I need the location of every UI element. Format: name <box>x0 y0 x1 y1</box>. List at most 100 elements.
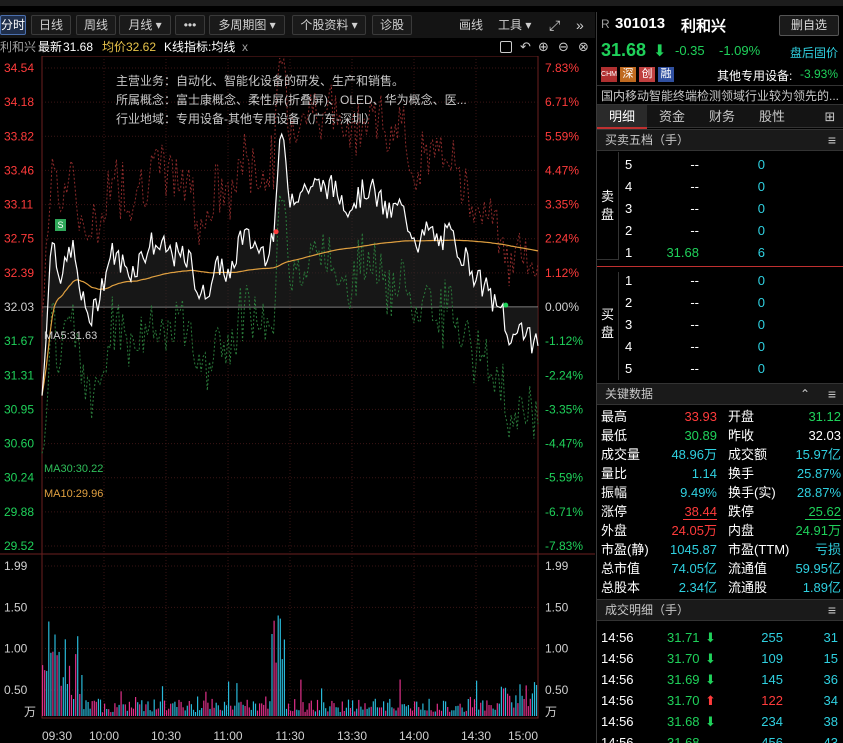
volume-tick-label: 1.99 <box>545 559 569 573</box>
level-number: 4 <box>625 179 633 194</box>
volume-bar <box>230 705 232 716</box>
intraday-chart[interactable]: 34.54 7.83% 34.18 6.71% 33.82 5.59% 33.46 4.47%… <box>0 56 595 743</box>
volume-bar <box>502 688 505 716</box>
tab-stock-nature[interactable]: 股性 <box>747 105 797 129</box>
volume-bar <box>509 695 511 716</box>
volume-bar <box>126 710 128 716</box>
stock-profile-dropdown[interactable]: 个股资料 ▾ <box>292 15 366 35</box>
tab-finance[interactable]: 财务 <box>697 105 747 129</box>
volume-bar <box>135 697 137 716</box>
sell-level-row[interactable]: 5 -- 0 <box>619 154 843 176</box>
menu-icon[interactable]: ≡ <box>828 384 836 404</box>
undo-icon[interactable]: ↶ <box>520 38 531 56</box>
menu-icon[interactable]: ≡ <box>828 130 836 150</box>
buy-level-row[interactable]: 2 -- 0 <box>619 292 843 314</box>
draw-line-button[interactable]: 画线 <box>459 15 483 35</box>
zoom-out-icon[interactable]: ⊖ <box>558 38 569 56</box>
remove-watchlist-button[interactable]: 删自选 <box>779 15 839 36</box>
volume-bar <box>339 712 341 716</box>
volume-bar <box>91 701 93 716</box>
panel-settings-icon[interactable] <box>500 41 512 53</box>
multi-period-dropdown[interactable]: 多周期图 ▾ <box>209 15 285 35</box>
indicator-label[interactable]: K线指标:均线 <box>164 38 235 56</box>
zoom-in-icon[interactable]: ⊕ <box>538 38 549 56</box>
tab-funds[interactable]: 资金 <box>647 105 697 129</box>
volume-bar <box>310 700 312 716</box>
volume-bar <box>70 694 73 716</box>
down-arrow-icon: ⬇ <box>653 43 667 60</box>
industry-line: 行业地域：专用设备-其他专用设备（广东-深圳） <box>116 112 376 126</box>
shenzhen-tag: 深 <box>620 67 636 82</box>
price-tick-label: 30.95 <box>4 402 34 416</box>
keydata-value: 1045.87 <box>670 542 717 557</box>
tab-weekly[interactable]: 周线 <box>76 15 116 35</box>
volume-bar <box>130 707 133 716</box>
volume-bar <box>393 708 395 716</box>
volume-bar <box>192 709 195 716</box>
tools-dropdown[interactable]: 工具 ▾ <box>498 15 531 35</box>
buy-level-row[interactable]: 5 -- 0 <box>619 358 843 380</box>
sell-level-row[interactable]: 1 31.68 6 <box>619 242 843 264</box>
trade-row[interactable]: 14:56 31.69 ⬇ 145 36 <box>597 669 843 690</box>
trade-row[interactable]: 14:56 31.71 ⬇ 255 31 <box>597 627 843 648</box>
buy-level-row[interactable]: 1 -- 0 <box>619 270 843 292</box>
menu-icon[interactable]: ≡ <box>828 600 836 620</box>
volume-bar <box>401 704 403 716</box>
sector-pct: -3.93% <box>800 67 839 81</box>
time-tick-label: 14:30 <box>461 729 491 743</box>
pct-tick-label: 3.35% <box>545 198 579 212</box>
price-tick-label: 29.52 <box>4 539 34 553</box>
volume-bar <box>374 698 376 716</box>
collapse-panel-icon[interactable]: » <box>576 15 584 35</box>
tab-intraday[interactable]: 分时 <box>0 15 26 35</box>
volume-bar <box>77 636 79 716</box>
close-indicator-icon[interactable]: x <box>242 38 248 56</box>
buy-level-row[interactable]: 4 -- 0 <box>619 336 843 358</box>
tab-detail[interactable]: 明细 <box>597 105 647 129</box>
level-number: 3 <box>625 201 633 216</box>
volume-bar <box>219 709 221 716</box>
expand-icon[interactable]: ⤢ <box>549 15 560 35</box>
volume-bar <box>66 684 68 716</box>
trade-row[interactable]: 14:56 31.68 ⬇ 234 38 <box>597 711 843 732</box>
volume-bar <box>318 710 321 716</box>
sell-level-row[interactable]: 3 -- 0 <box>619 198 843 220</box>
volume-bar <box>469 696 471 716</box>
keydata-label: 振幅 <box>601 485 628 500</box>
limit-up-underline <box>683 519 717 520</box>
grid-layout-icon[interactable]: ⊞ <box>817 105 843 129</box>
volume-bar <box>403 704 405 716</box>
keydata-label: 外盘 <box>601 523 628 538</box>
detail-tabs: 明细 资金 财务 股性 ⊞ <box>597 104 843 129</box>
volume-bar <box>81 675 83 716</box>
stock-info-overlay: 主营业务：自动化、智能化设备的研发、生产和销售。 所属概念：富士康概念、柔性屏(… <box>116 72 496 129</box>
volume-bar <box>312 709 314 716</box>
volume-bar <box>420 709 422 716</box>
volume-bar <box>182 707 184 716</box>
buy-level-row[interactable]: 3 -- 0 <box>619 314 843 336</box>
keydata-value: 33.93 <box>684 409 717 424</box>
post-market-label[interactable]: 盘后固价 <box>790 44 838 61</box>
tab-daily[interactable]: 日线 <box>31 15 71 35</box>
volume-bar <box>527 706 529 716</box>
diagnose-button[interactable]: 诊股 <box>372 15 412 35</box>
level-number: 1 <box>625 245 633 260</box>
close-chart-icon[interactable]: ⊗ <box>578 38 589 56</box>
tab-monthly-dropdown[interactable]: 月线 ▾ <box>119 15 171 35</box>
keydata-value: 1.14 <box>691 466 717 481</box>
keydata-label: 昨收 <box>728 428 755 443</box>
trade-row[interactable]: 14:56 31.70 ⬇ 109 15 <box>597 648 843 669</box>
trade-time: 14:56 <box>601 735 634 743</box>
more-periods-button[interactable]: ••• <box>175 15 205 35</box>
collapse-up-icon[interactable]: ⌃ <box>800 384 810 404</box>
volume-bar <box>83 709 85 716</box>
news-ticker[interactable]: 国内移动智能终端检测领域行业较为领先的... <box>601 87 841 104</box>
sell-level-row[interactable]: 4 -- 0 <box>619 176 843 198</box>
trade-row[interactable]: 14:56 31.68 456 43 <box>597 732 843 743</box>
volume-bar <box>405 706 407 716</box>
trade-row[interactable]: 14:56 31.70 ⬆ 122 34 <box>597 690 843 711</box>
sell-level-row[interactable]: 2 -- 0 <box>619 220 843 242</box>
sector-label[interactable]: 其他专用设备: <box>717 67 792 84</box>
volume-bar <box>329 706 331 716</box>
volume-bar <box>471 707 474 716</box>
